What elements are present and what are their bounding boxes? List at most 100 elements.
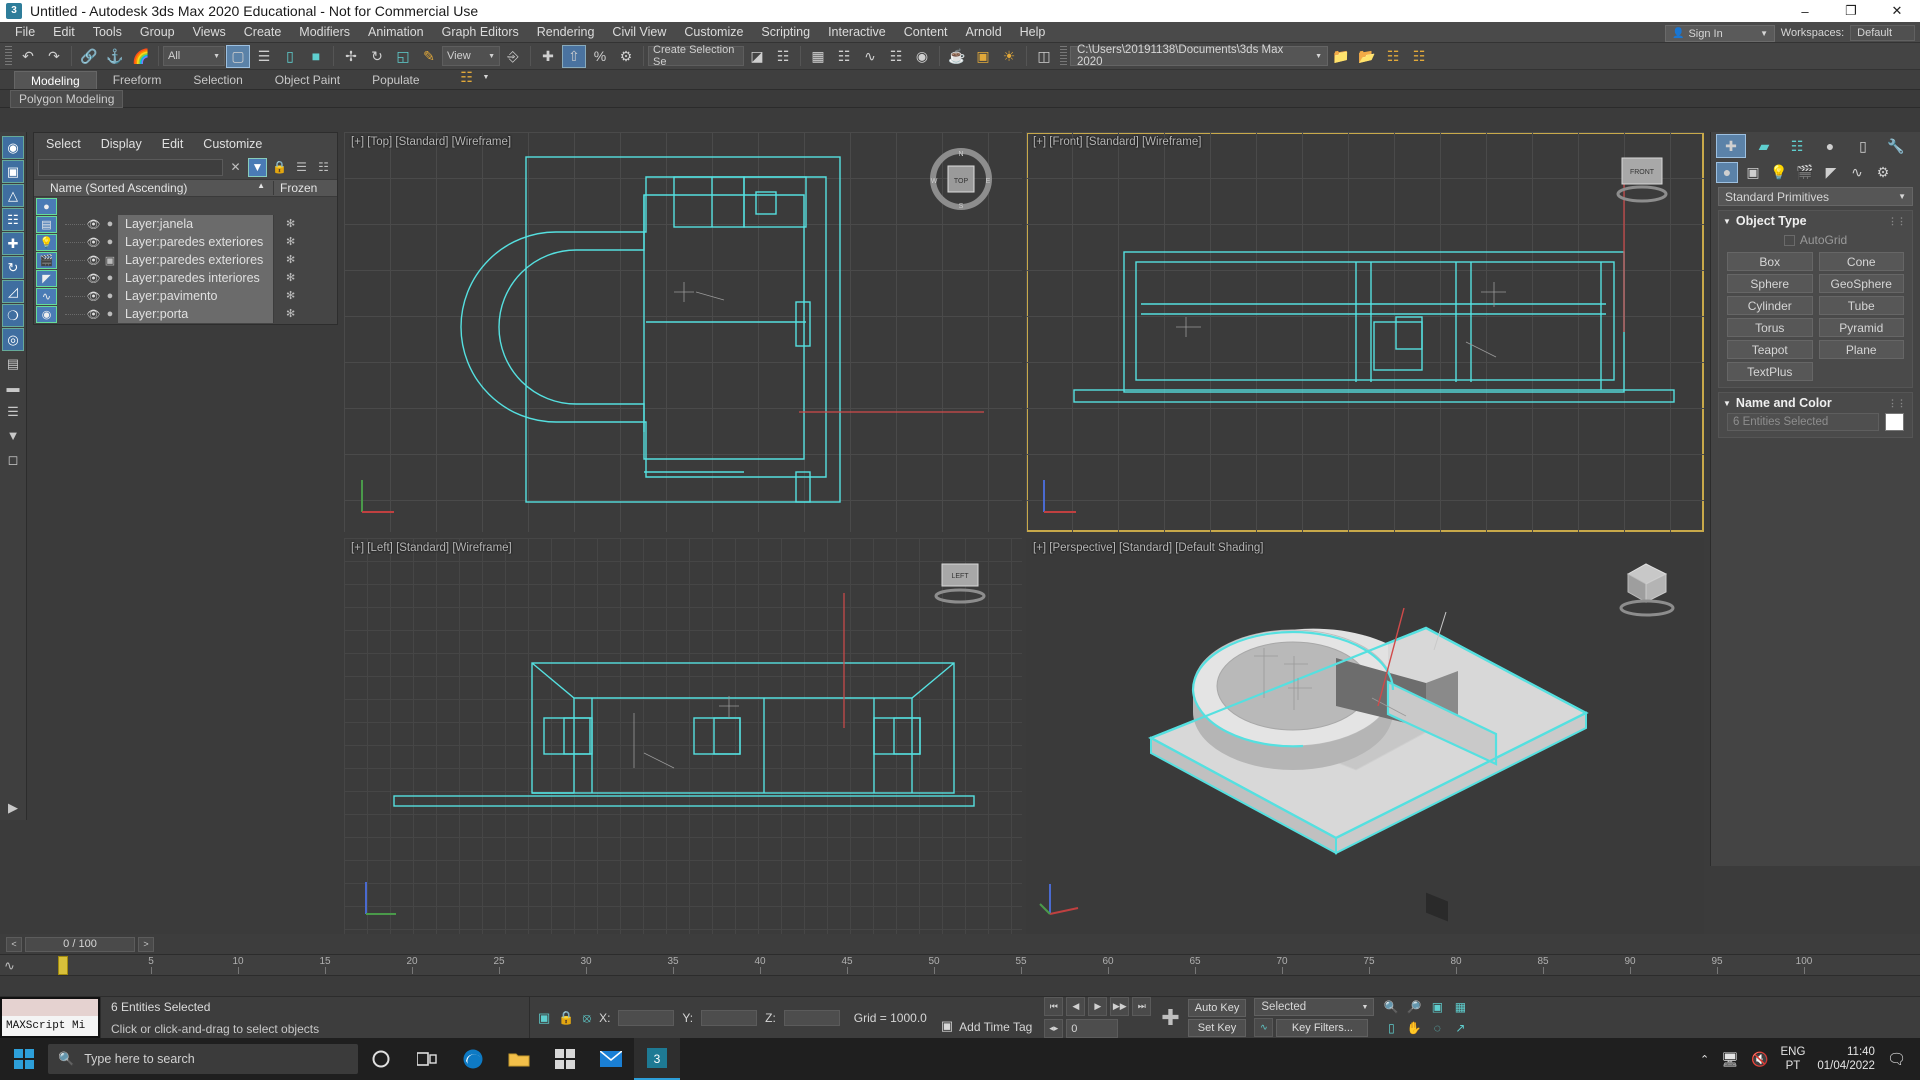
spinner-snap-toggle-button[interactable]: ⚙: [614, 45, 638, 68]
left-tool-12-icon[interactable]: ☰: [2, 400, 24, 423]
key-tangent-icon[interactable]: ∿: [1254, 1018, 1274, 1037]
scene-explorer-button[interactable]: ☷: [832, 45, 856, 68]
drag-handle-icon[interactable]: ⋮⋮: [1888, 398, 1906, 409]
minimize-button[interactable]: –: [1782, 0, 1828, 22]
maximize-button[interactable]: ❐: [1828, 0, 1874, 22]
pan-view-icon[interactable]: ✋: [1404, 1019, 1424, 1038]
visibility-eye-icon[interactable]: 👁: [85, 254, 102, 267]
next-frame-icon[interactable]: ▶▶: [1110, 997, 1130, 1016]
left-tool-4-icon[interactable]: ☷: [2, 208, 24, 231]
select-and-rotate-button[interactable]: ↻: [365, 45, 389, 68]
curve-editor-button[interactable]: ∿: [858, 45, 882, 68]
systems-icon[interactable]: ⚙: [1872, 162, 1894, 183]
toolbar-grip[interactable]: [5, 45, 12, 67]
align-button[interactable]: ☷: [771, 45, 795, 68]
time-slider-handle[interactable]: [58, 956, 68, 975]
render-setup-button[interactable]: ☕: [945, 45, 969, 68]
left-tool-13-icon[interactable]: ▼: [2, 424, 24, 447]
maxscript-input-pane[interactable]: MAXScript Mi: [2, 1016, 98, 1036]
motion-tab-icon[interactable]: ●: [1815, 134, 1845, 158]
project-tree-button[interactable]: ☷: [1381, 45, 1405, 68]
select-by-name-button[interactable]: ☰: [252, 45, 276, 68]
view-cube-front[interactable]: FRONT: [1612, 148, 1674, 210]
create-box-button[interactable]: Box: [1727, 252, 1813, 271]
window-crossing-toggle-button[interactable]: ■: [304, 45, 328, 68]
schematic-view-button[interactable]: ☷: [884, 45, 908, 68]
goto-start-icon[interactable]: ⏮: [1044, 997, 1064, 1016]
placement-tool-button[interactable]: ✎: [417, 45, 441, 68]
filter-icon[interactable]: ▼: [248, 157, 267, 177]
create-pyramid-button[interactable]: Pyramid: [1818, 318, 1904, 337]
create-plane-button[interactable]: Plane: [1818, 340, 1904, 359]
visibility-eye-icon[interactable]: 👁: [85, 272, 102, 285]
hierarchy-tab-icon[interactable]: ☷: [1782, 134, 1812, 158]
3dsmax-taskbar-icon[interactable]: 3: [634, 1038, 680, 1080]
tab-modeling[interactable]: Modeling: [14, 71, 97, 89]
view-cube-perspective[interactable]: [1612, 554, 1675, 617]
create-tab-icon[interactable]: ✚: [1716, 134, 1746, 158]
left-tool-6-icon[interactable]: ↻: [2, 256, 24, 279]
table-row[interactable]: 👁 ● Layer:paredes exteriores ✻: [59, 233, 337, 251]
left-tool-8-icon[interactable]: ❍: [2, 304, 24, 327]
lock-icon[interactable]: 🔒: [270, 158, 289, 177]
file-explorer-icon[interactable]: [496, 1038, 542, 1080]
select-object-button[interactable]: ▢: [226, 44, 250, 68]
rollout-name-color-header[interactable]: ▼ Name and Color ⋮⋮: [1719, 393, 1912, 413]
filter-lights-icon[interactable]: 💡: [36, 234, 57, 251]
percent-snap-toggle-button[interactable]: %: [588, 45, 612, 68]
open-project-button[interactable]: 📂: [1355, 45, 1379, 68]
prev-frame-button[interactable]: <: [6, 936, 22, 952]
unlink-selection-icon[interactable]: ⚓: [103, 45, 127, 68]
viewport-top[interactable]: [+] [Top] [Standard] [Wireframe] TOP N W…: [344, 132, 1022, 532]
snaps-toggle-button[interactable]: ✚: [536, 45, 560, 68]
table-row[interactable]: 👁 ● Layer:porta ✻: [59, 305, 337, 323]
rendered-frame-window-button[interactable]: ▣: [971, 45, 995, 68]
utilities-tab-icon[interactable]: 🔧: [1881, 134, 1911, 158]
current-frame-input[interactable]: 0: [1066, 1019, 1119, 1038]
left-tool-11-icon[interactable]: ▬: [2, 376, 24, 399]
rectangular-selection-region-button[interactable]: ▯: [278, 45, 302, 68]
set-key-button[interactable]: Set Key: [1187, 1018, 1247, 1037]
viewport-label-perspective[interactable]: [+] [Perspective] [Standard] [Default Sh…: [1033, 542, 1263, 554]
menu-item-civil-view[interactable]: Civil View: [603, 22, 675, 43]
list-view-icon[interactable]: ☰: [292, 158, 311, 177]
frozen-toggle-icon[interactable]: ✻: [273, 233, 337, 251]
le-menu-display[interactable]: Display: [101, 137, 142, 151]
left-tool-9-icon[interactable]: ◎: [2, 328, 24, 351]
orbit-icon[interactable]: ◌: [1427, 1019, 1447, 1038]
object-name-input[interactable]: 6 Entities Selected: [1727, 413, 1879, 431]
tab-selection[interactable]: Selection: [177, 71, 258, 89]
workspace-select[interactable]: Default: [1850, 25, 1915, 41]
cortana-icon[interactable]: [358, 1038, 404, 1080]
render-production-button[interactable]: ☀: [997, 45, 1021, 68]
chevron-down-icon[interactable]: ▼: [483, 74, 490, 81]
visibility-eye-icon[interactable]: 👁: [85, 218, 102, 231]
layer-search-input[interactable]: [38, 158, 223, 176]
zoom-icon[interactable]: 🔍: [1381, 998, 1401, 1017]
frozen-toggle-icon[interactable]: ✻: [273, 287, 337, 305]
viewport-label-top[interactable]: [+] [Top] [Standard] [Wireframe]: [351, 136, 511, 148]
drag-handle-icon[interactable]: ⋮⋮: [1888, 216, 1906, 227]
play-animation-icon[interactable]: ▶: [1088, 997, 1108, 1016]
set-key-mode-button[interactable]: ✚: [1157, 997, 1183, 1038]
undo-button[interactable]: ↶: [16, 45, 40, 68]
reference-coordinate-system-select[interactable]: View ▼: [442, 46, 500, 66]
project-manage-button[interactable]: ☷: [1407, 45, 1431, 68]
viewport-front[interactable]: [+] [Front] [Standard] [Wireframe] FRONT: [1026, 132, 1704, 532]
create-sphere-button[interactable]: Sphere: [1727, 274, 1813, 293]
menu-item-file[interactable]: File: [6, 22, 44, 43]
view-cube-top[interactable]: TOP N W E S: [930, 148, 992, 210]
viewport-layout-button[interactable]: ◫: [1032, 45, 1056, 68]
create-cone-button[interactable]: Cone: [1818, 252, 1904, 271]
menu-item-group[interactable]: Group: [131, 22, 184, 43]
filter-spacewarps-icon[interactable]: ∿: [36, 288, 57, 305]
viewport-perspective[interactable]: [+] [Perspective] [Standard] [Default Sh…: [1026, 538, 1704, 934]
filter-helpers-icon[interactable]: ◤: [36, 270, 57, 287]
viewport-label-front[interactable]: [+] [Front] [Standard] [Wireframe]: [1033, 136, 1201, 148]
network-icon[interactable]: 🖥: [1721, 1051, 1739, 1068]
key-step-icon[interactable]: ◂▸: [1044, 1019, 1064, 1038]
le-menu-select[interactable]: Select: [46, 137, 81, 151]
filter-objects-icon[interactable]: ●: [36, 198, 57, 215]
prev-frame-icon[interactable]: ◀: [1066, 997, 1086, 1016]
layer-name[interactable]: Layer:pavimento: [118, 287, 273, 305]
